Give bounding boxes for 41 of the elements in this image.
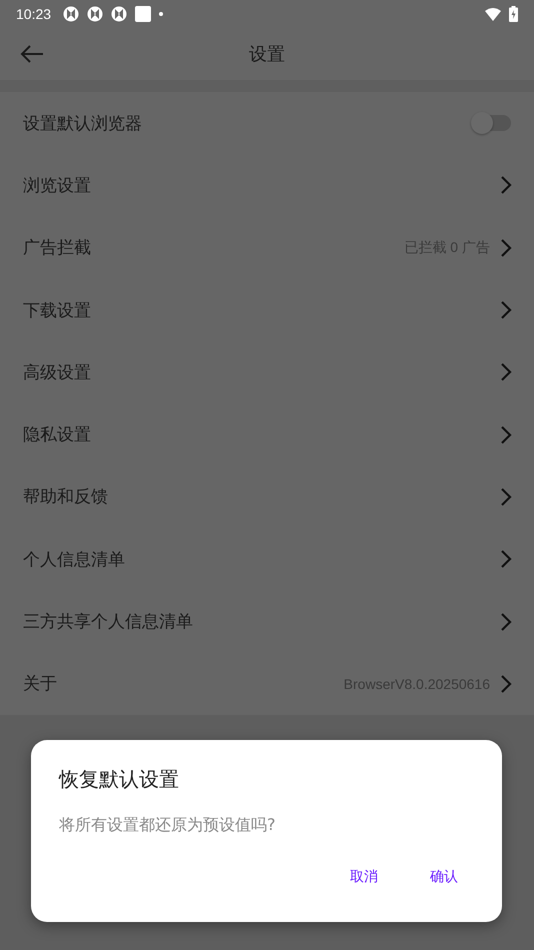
notification-icon [87, 6, 104, 22]
wifi-icon [485, 8, 501, 20]
back-arrow-icon[interactable] [20, 44, 44, 64]
notification-icon [111, 6, 128, 22]
notification-icon [135, 6, 152, 22]
dialog-title: 恢复默认设置 [59, 766, 180, 793]
settings-label: 浏览设置 [23, 174, 92, 197]
chevron-icon [500, 175, 512, 196]
settings-item[interactable]: 设置默认浏览器 [0, 92, 534, 154]
settings-label: 设置默认浏览器 [23, 112, 143, 135]
page-title: 设置 [249, 43, 285, 66]
dialog-button[interactable]: 确认 [424, 868, 464, 886]
settings-item[interactable]: 帮助和反馈 [0, 466, 534, 528]
chevron-icon [500, 486, 512, 507]
settings-item[interactable]: 下载设置 [0, 278, 534, 342]
chevron-icon [500, 424, 512, 445]
settings-item[interactable]: 浏览设置 [0, 154, 534, 217]
settings-item[interactable]: 三方共享个人信息清单 [0, 590, 534, 653]
settings-label: 隐私设置 [23, 424, 92, 446]
settings-label: 帮助和反馈 [23, 486, 109, 508]
settings-label: 关于 [23, 673, 58, 696]
chevron-icon [500, 238, 512, 258]
dialog-button[interactable]: 取消 [344, 868, 384, 886]
chevron-icon [500, 612, 512, 632]
chevron-icon [500, 362, 512, 382]
settings-label: 个人信息清单 [23, 548, 126, 571]
chevron-icon [500, 674, 512, 694]
settings-label: 下载设置 [23, 300, 92, 322]
settings-item[interactable]: 高级设置 [0, 341, 534, 404]
settings-label: 广告拦截 [23, 237, 92, 260]
status-time: 10:23 [16, 6, 52, 22]
dot-icon [159, 12, 164, 16]
settings-item[interactable]: 个人信息清单 [0, 528, 534, 590]
notification-icon [63, 6, 80, 22]
battery-icon [509, 6, 518, 22]
settings-label: 三方共享个人信息清单 [23, 611, 194, 634]
settings-item[interactable]: 隐私设置 [0, 403, 534, 466]
chevron-icon [500, 300, 512, 320]
settings-label: 高级设置 [23, 362, 92, 384]
dialog-message: 将所有设置都还原为预设值吗? [59, 815, 276, 836]
chevron-icon [500, 549, 512, 570]
